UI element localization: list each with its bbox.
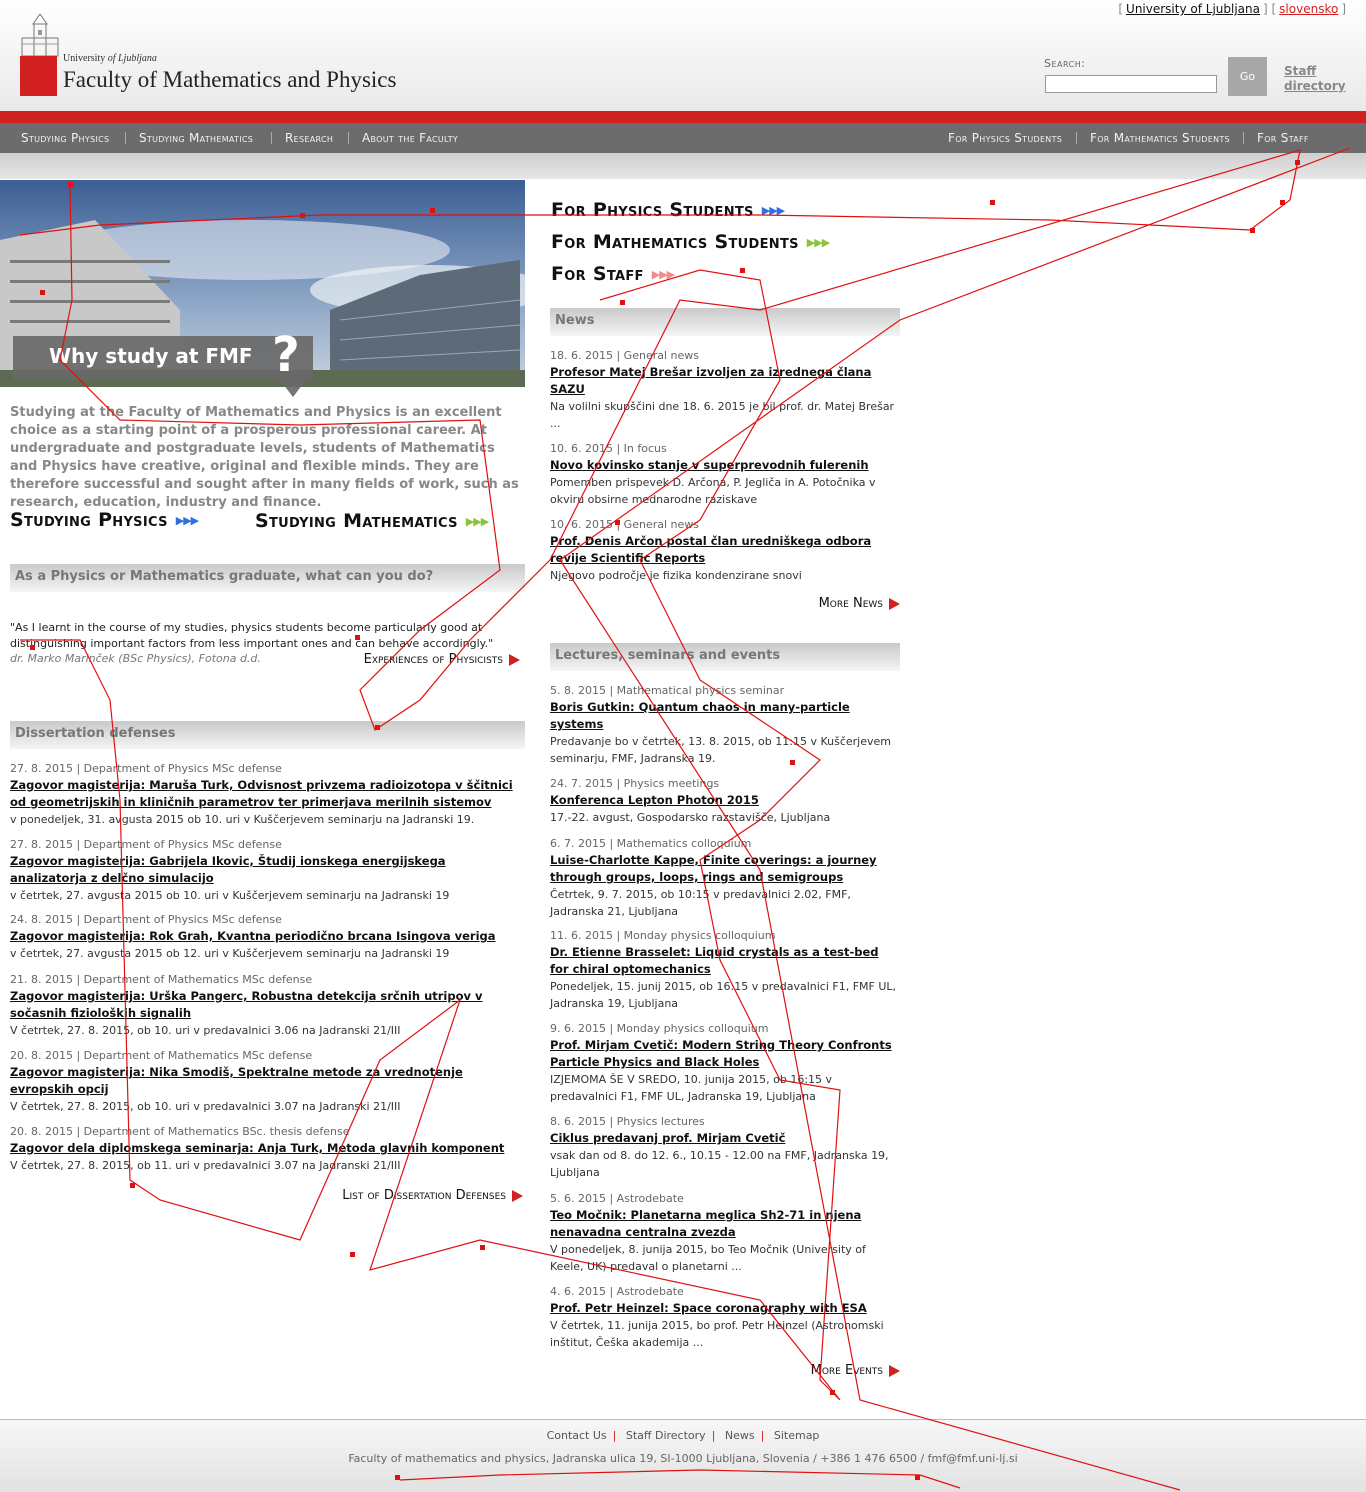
red-arrow-icon bbox=[889, 597, 900, 610]
dissertation-heading: Dissertation defenses bbox=[10, 721, 525, 749]
event-title-link[interactable]: Ciklus predavanj prof. Mirjam Cvetič bbox=[550, 1131, 785, 1145]
main-nav: Studying Physics Studying Mathematics Re… bbox=[0, 123, 1366, 153]
red-arrow-icon bbox=[512, 1189, 523, 1202]
nav-studying-mathematics[interactable]: Studying Mathematics bbox=[139, 123, 253, 153]
list-item: 18. 6. 2015 | General news Profesor Mate… bbox=[550, 349, 895, 430]
more-events-link[interactable]: More Events bbox=[811, 1363, 900, 1378]
list-item: 10. 6. 2015 | General news Prof. Denis A… bbox=[550, 518, 872, 582]
event-title-link[interactable]: Boris Gutkin: Quantum chaos in many-part… bbox=[550, 700, 850, 731]
graduate-heading: As a Physics or Mathematics graduate, wh… bbox=[10, 564, 525, 592]
triple-arrow-icon: ▶▶▶ bbox=[175, 514, 199, 527]
university-link[interactable]: University of Ljubljana bbox=[1126, 2, 1260, 16]
nav-staff[interactable]: For Staff bbox=[1257, 123, 1309, 153]
list-item: 5. 6. 2015 | Astrodebate Teo Močnik: Pla… bbox=[550, 1192, 866, 1273]
lectures-heading: Lectures, seminars and events bbox=[550, 643, 900, 671]
footer-links: Contact Us | Staff Directory | News | Sitem… bbox=[546, 1429, 820, 1442]
search-label: Search: bbox=[1044, 57, 1086, 70]
list-item: 20. 8. 2015 | Department of Mathematics … bbox=[10, 1049, 463, 1113]
triple-arrow-icon: ▶▶▶ bbox=[465, 515, 489, 528]
list-item: 9. 6. 2015 | Monday physics colloquium P… bbox=[550, 1022, 892, 1103]
footer: Contact Us | Staff Directory | News | Sitem… bbox=[0, 1419, 1366, 1492]
list-item: 6. 7. 2015 | Mathematics colloquium Luis… bbox=[550, 837, 877, 918]
list-item: 11. 6. 2015 | Monday physics colloquium … bbox=[550, 929, 897, 1010]
event-title-link[interactable]: Teo Močnik: Planetarna meglica Sh2-71 in… bbox=[550, 1208, 861, 1239]
dissertation-title-link[interactable]: Zagovor dela diplomskega seminarja: Anja… bbox=[10, 1141, 504, 1155]
dissertation-title-link[interactable]: Zagovor magisterija: Rok Grah, Kvantna p… bbox=[10, 929, 496, 943]
more-news-link[interactable]: More News bbox=[819, 596, 900, 611]
sub-bar bbox=[0, 153, 1366, 179]
graduate-quote: "As I learnt in the course of my studies… bbox=[10, 621, 494, 650]
red-arrow-icon bbox=[889, 1364, 900, 1377]
news-heading: News bbox=[550, 308, 900, 336]
search-input[interactable] bbox=[1045, 75, 1217, 93]
red-arrow-icon bbox=[509, 653, 520, 666]
dissertation-title-link[interactable]: Zagovor magisterija: Urška Pangerc, Robu… bbox=[10, 989, 483, 1020]
nav-research[interactable]: Research bbox=[285, 123, 333, 153]
footer-address: Faculty of mathematics and physics, Jadr… bbox=[348, 1452, 1018, 1465]
triple-arrow-icon: ▶▶▶ bbox=[651, 268, 675, 281]
language-link[interactable]: slovensko bbox=[1279, 2, 1338, 16]
list-item: 24. 7. 2015 | Physics meetings Konferenc… bbox=[550, 777, 831, 824]
for-math-students-link[interactable]: For Mathematics Students ▶▶▶ bbox=[551, 231, 830, 253]
triple-arrow-icon: ▶▶▶ bbox=[761, 204, 785, 217]
search-go-button[interactable]: Go bbox=[1228, 57, 1267, 96]
nav-math-students[interactable]: For Mathematics Students bbox=[1090, 123, 1230, 153]
logo-red-square[interactable] bbox=[20, 56, 57, 96]
dissertation-title-link[interactable]: Zagovor magisterija: Gabrijela Ikovic, Š… bbox=[10, 854, 446, 885]
intro-paragraph: Studying at the Faculty of Mathematics a… bbox=[10, 405, 519, 510]
list-item: 5. 8. 2015 | Mathematical physics semina… bbox=[550, 684, 891, 765]
why-study-text[interactable]: Why study at FMF bbox=[49, 344, 253, 368]
footer-sitemap-link[interactable]: Sitemap bbox=[774, 1429, 820, 1442]
brand-stripe bbox=[0, 111, 1366, 123]
nav-studying-physics[interactable]: Studying Physics bbox=[21, 123, 109, 153]
banner-pointer bbox=[280, 380, 306, 397]
quote-author: dr. Marko Marinček (BSc Physics), Fotona… bbox=[10, 652, 261, 665]
experiences-link[interactable]: Experiences of Physicists bbox=[364, 652, 520, 667]
event-title-link[interactable]: Luise-Charlotte Kappe, Finite coverings:… bbox=[550, 853, 877, 884]
list-item: 27. 8. 2015 | Department of Physics MSc … bbox=[10, 762, 513, 826]
footer-contact-link[interactable]: Contact Us bbox=[547, 1429, 607, 1442]
event-title-link[interactable]: Prof. Petr Heinzel: Space coronagraphy w… bbox=[550, 1301, 867, 1315]
header: [University of Ljubljana] [slovensko] Un… bbox=[0, 0, 1366, 111]
list-item: 10. 6. 2015 | In focus Novo kovinsko sta… bbox=[550, 442, 876, 506]
for-staff-link[interactable]: For Staff ▶▶▶ bbox=[551, 263, 675, 285]
list-item: 27. 8. 2015 | Department of Physics MSc … bbox=[10, 838, 450, 902]
studying-mathematics-link[interactable]: Studying Mathematics ▶▶▶ bbox=[255, 510, 489, 532]
faculty-title[interactable]: Faculty of Mathematics and Physics bbox=[63, 67, 396, 93]
dissertation-title-link[interactable]: Zagovor magisterija: Maruša Turk, Odvisn… bbox=[10, 778, 513, 809]
studying-physics-link[interactable]: Studying Physics ▶▶▶ bbox=[10, 509, 199, 531]
event-title-link[interactable]: Konferenca Lepton Photon 2015 bbox=[550, 793, 759, 807]
staff-directory-link[interactable]: Staff directory bbox=[1284, 64, 1348, 94]
top-links: [University of Ljubljana] [slovensko] bbox=[1118, 2, 1346, 16]
castle-logo-icon bbox=[21, 14, 59, 57]
nav-about[interactable]: About the Faculty bbox=[362, 123, 458, 153]
nav-physics-students[interactable]: For Physics Students bbox=[948, 123, 1062, 153]
dissertation-title-link[interactable]: Zagovor magisterija: Nika Smodiš, Spektr… bbox=[10, 1065, 463, 1096]
question-mark-icon: ? bbox=[272, 327, 300, 383]
for-physics-students-link[interactable]: For Physics Students ▶▶▶ bbox=[551, 199, 785, 221]
dissertation-list-link[interactable]: List of Dissertation Defenses bbox=[342, 1188, 523, 1203]
event-title-link[interactable]: Dr. Etienne Brasselet: Liquid crystals a… bbox=[550, 945, 879, 976]
news-title-link[interactable]: Profesor Matej Brešar izvoljen za izredn… bbox=[550, 365, 871, 396]
university-name: University of Ljubljana bbox=[63, 53, 157, 64]
news-title-link[interactable]: Prof. Denis Arčon postal član uredniškeg… bbox=[550, 534, 871, 565]
footer-news-link[interactable]: News bbox=[725, 1429, 755, 1442]
list-item: 21. 8. 2015 | Department of Mathematics … bbox=[10, 973, 483, 1037]
triple-arrow-icon: ▶▶▶ bbox=[806, 236, 830, 249]
footer-staff-link[interactable]: Staff Directory bbox=[626, 1429, 706, 1442]
list-item: 24. 8. 2015 | Department of Physics MSc … bbox=[10, 913, 496, 960]
list-item: 20. 8. 2015 | Department of Mathematics … bbox=[10, 1125, 505, 1172]
news-title-link[interactable]: Novo kovinsko stanje v superprevodnih fu… bbox=[550, 458, 869, 472]
list-item: 4. 6. 2015 | Astrodebate Prof. Petr Hein… bbox=[550, 1285, 884, 1349]
event-title-link[interactable]: Prof. Mirjam Cvetič: Modern String Theor… bbox=[550, 1038, 892, 1069]
list-item: 8. 6. 2015 | Physics lectures Ciklus pre… bbox=[550, 1115, 889, 1179]
